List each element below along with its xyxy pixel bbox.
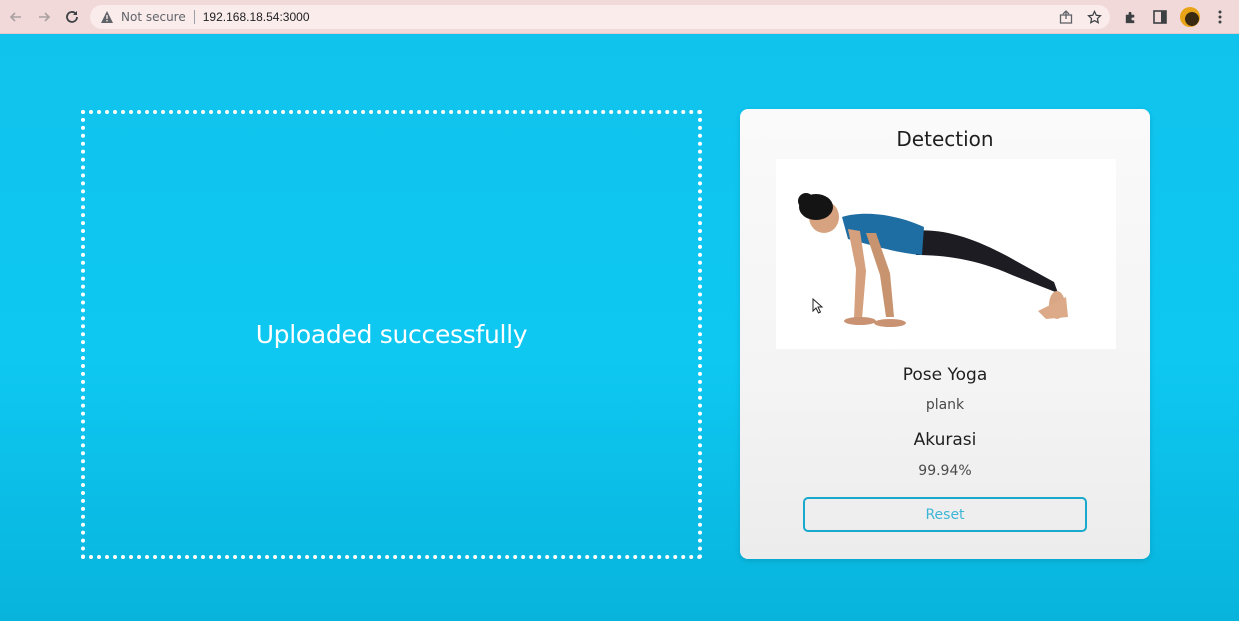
- star-icon[interactable]: [1084, 7, 1104, 27]
- avatar: [1180, 7, 1200, 27]
- accuracy-heading: Akurasi: [913, 430, 977, 450]
- page-content: Uploaded successfully Detection Pose Yog…: [0, 34, 1239, 621]
- detection-card: Detection Pose Yoga plank Akurasi 99.94%…: [740, 109, 1150, 559]
- sidepanel-icon[interactable]: [1148, 5, 1172, 29]
- upload-status-message: Uploaded successfully: [255, 320, 528, 349]
- upload-dropzone[interactable]: Uploaded successfully: [81, 110, 702, 559]
- pose-value: plank: [925, 397, 965, 413]
- accuracy-value: 99.94%: [918, 463, 972, 479]
- address-bar[interactable]: Not secure 192.168.18.54:3000: [90, 5, 1110, 29]
- share-icon[interactable]: [1056, 7, 1076, 27]
- detection-title: Detection: [896, 127, 994, 151]
- reset-button[interactable]: Reset: [803, 497, 1087, 532]
- pose-image: [776, 159, 1116, 349]
- extensions-icon[interactable]: [1118, 5, 1142, 29]
- mouse-cursor-icon: [812, 298, 824, 314]
- menu-icon[interactable]: [1208, 5, 1232, 29]
- reload-icon[interactable]: [58, 3, 86, 31]
- address-separator: [193, 10, 195, 24]
- pose-heading: Pose Yoga: [902, 365, 988, 385]
- profile-avatar[interactable]: [1178, 5, 1202, 29]
- forward-icon[interactable]: [30, 3, 58, 31]
- browser-toolbar: Not secure 192.168.18.54:3000: [0, 0, 1239, 34]
- back-icon[interactable]: [2, 3, 30, 31]
- warning-icon[interactable]: [100, 10, 114, 24]
- yoga-pose-illustration: [798, 193, 1068, 327]
- not-secure-label[interactable]: Not secure: [121, 10, 186, 24]
- url-text[interactable]: 192.168.18.54:3000: [203, 10, 310, 24]
